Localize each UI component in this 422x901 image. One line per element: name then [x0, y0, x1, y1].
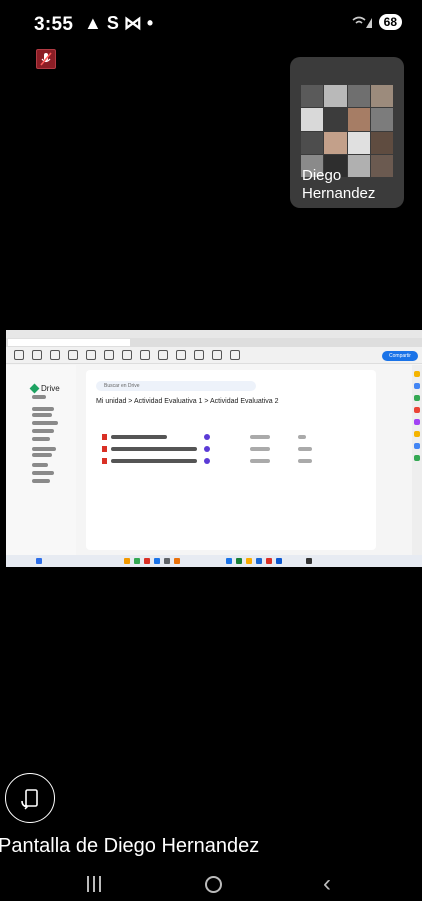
shared-toolbar	[6, 347, 422, 364]
shared-titlebar	[6, 330, 422, 338]
participant-name: Diego Hernandez	[302, 167, 376, 202]
screen-share-caption: Pantalla de Diego Hernandez	[0, 835, 260, 857]
recents-icon[interactable]	[86, 876, 102, 894]
status-time: 3:55	[34, 14, 74, 35]
mic-muted-icon[interactable]	[36, 49, 56, 69]
shared-tab	[64, 339, 130, 346]
android-nav-bar: ‹	[0, 870, 422, 901]
status-bar: 3:55 ▲ S ⋈ • 68	[0, 0, 422, 40]
shared-breadcrumb: Mi unidad > Actividad Evaluativa 1 > Act…	[96, 398, 279, 405]
rotate-icon	[21, 789, 38, 810]
battery-level: 68	[378, 14, 402, 30]
participant-avatar	[301, 85, 393, 177]
shared-screen[interactable]: Compartir Drive Buscar en Drive Mi unida…	[6, 330, 422, 567]
shared-file-row	[102, 458, 372, 464]
shared-share-button: Compartir	[382, 351, 418, 361]
back-icon[interactable]: ‹	[323, 872, 331, 896]
shared-search-field: Buscar en Drive	[96, 381, 256, 391]
participant-tile[interactable]: Diego Hernandez	[290, 57, 404, 208]
rotate-screen-button[interactable]	[5, 773, 55, 823]
shared-tab	[8, 339, 64, 346]
home-icon[interactable]	[205, 876, 222, 893]
shared-browser-tabs	[6, 338, 422, 347]
shared-drive-sidebar	[6, 365, 76, 555]
shared-taskbar	[6, 555, 422, 567]
wifi-signal-icon	[352, 16, 372, 28]
shared-drive-logo: Drive	[31, 384, 60, 393]
system-status: 68	[351, 14, 402, 30]
shared-file-row	[102, 434, 372, 440]
notification-icons: ▲ S ⋈ •	[84, 13, 154, 33]
shared-file-row	[102, 446, 372, 452]
shared-side-panel	[412, 365, 422, 555]
